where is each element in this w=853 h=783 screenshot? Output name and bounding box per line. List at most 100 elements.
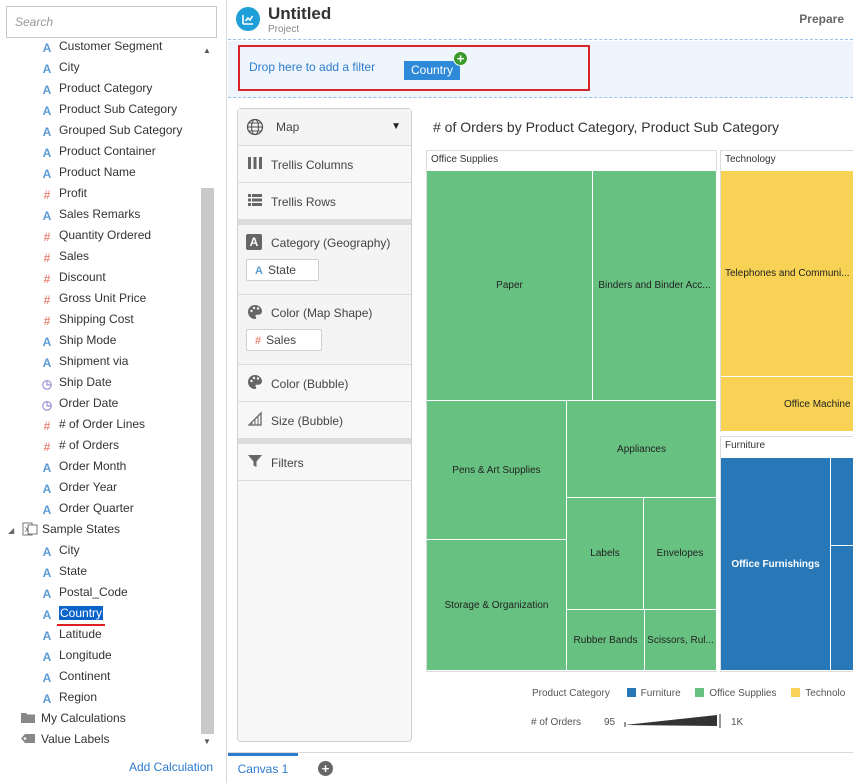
treemap-tile[interactable]	[831, 458, 853, 546]
tree-item[interactable]: # Quantity Ordered	[40, 225, 151, 246]
trellis-columns-section[interactable]: Trellis Columns	[238, 146, 411, 183]
palette-icon	[246, 304, 264, 322]
treemap-tile[interactable]: Office Machine	[721, 377, 853, 432]
treemap-tile[interactable]: Pens & Art Supplies	[427, 401, 567, 540]
treemap-chart[interactable]: Office Supplies Paper Binders and Binder…	[426, 150, 853, 672]
project-subtitle: Project	[268, 24, 300, 35]
size-legend-min: 95	[604, 717, 616, 728]
tree-item-label: Order Date	[59, 396, 119, 410]
add-calculation-link[interactable]: Add Calculation	[129, 760, 213, 774]
country-underline	[57, 624, 105, 626]
attribute-icon: A	[42, 608, 52, 622]
treemap-tile[interactable]: Paper	[427, 171, 593, 401]
attribute-icon: A	[42, 503, 52, 517]
tree-item[interactable]: A Order Quarter	[40, 498, 134, 519]
legend-swatch	[695, 688, 705, 697]
tree-item[interactable]: Value Labels	[8, 729, 110, 750]
tree-item[interactable]: ◷ Ship Date	[40, 372, 112, 393]
treemap-tile[interactable]: Office Furnishings	[721, 458, 831, 671]
treemap-tile[interactable]: Telephones and Communi...	[721, 171, 853, 377]
scroll-down-icon[interactable]: ▼	[203, 737, 211, 746]
prepare-tab[interactable]: Prepare	[799, 12, 844, 26]
tree-item[interactable]: A Customer Segment	[40, 40, 163, 57]
trellis-rows-icon	[246, 192, 264, 210]
add-plus-icon: +	[453, 51, 468, 66]
data-panel: Search A Customer Segment A City A Product Ca…	[0, 0, 227, 783]
tree-item[interactable]: A Product Category	[40, 78, 153, 99]
tree-item[interactable]: A Order Month	[40, 456, 127, 477]
tree-item[interactable]: # Shipping Cost	[40, 309, 134, 330]
tree-item[interactable]: A Continent	[40, 666, 111, 687]
scroll-up-icon[interactable]: ▲	[203, 46, 211, 55]
scrollbar-thumb[interactable]	[201, 188, 214, 734]
add-canvas-icon[interactable]: +	[318, 761, 333, 776]
tree-item[interactable]: A Shipment via	[40, 351, 129, 372]
trellis-rows-section[interactable]: Trellis Rows	[238, 183, 411, 220]
tree-item[interactable]: # Discount	[40, 267, 106, 288]
attribute-icon: A	[42, 482, 52, 496]
filter-bar[interactable]: Drop here to add a filter Country +	[228, 41, 853, 98]
tree-item[interactable]: # # of Orders	[40, 435, 119, 456]
group-header: Furniture	[725, 440, 766, 451]
search-input[interactable]: Search	[6, 6, 217, 38]
tree-item[interactable]: A Postal_Code	[40, 582, 128, 603]
legend-item[interactable]: Technolo	[805, 688, 845, 699]
tree-item[interactable]: A Order Year	[40, 477, 117, 498]
project-title[interactable]: Untitled	[268, 4, 331, 24]
tree-item[interactable]: A Product Sub Category	[40, 99, 177, 120]
tree-item[interactable]: My Calculations	[8, 708, 126, 729]
attribute-icon: A	[42, 62, 52, 76]
category-geography-section[interactable]: A Category (Geography) A State	[238, 225, 411, 295]
tree-item[interactable]: A Grouped Sub Category	[40, 120, 183, 141]
size-bubble-section[interactable]: Size (Bubble)	[238, 402, 411, 439]
tree-item[interactable]: # Profit	[40, 183, 87, 204]
treemap-tile[interactable]: Envelopes	[644, 498, 717, 610]
attribute-icon: A	[42, 146, 52, 160]
tree-item[interactable]: A Sales Remarks	[40, 204, 141, 225]
tree-item[interactable]: # Sales	[40, 246, 89, 267]
attribute-icon: A	[42, 125, 52, 139]
tree-item-label: # of Orders	[59, 438, 120, 452]
tree-item[interactable]: A Longitude	[40, 645, 112, 666]
tree-item[interactable]: ◷ Order Date	[40, 393, 119, 414]
treemap-tile[interactable]: Appliances	[567, 401, 717, 498]
expand-arrow-icon[interactable]: ◢	[8, 520, 20, 541]
dragged-country-chip[interactable]: Country	[404, 61, 460, 80]
grammar-panel: Map ▼ Trellis Columns Trellis Rows A Cat…	[237, 108, 412, 742]
attribute-icon: A	[42, 41, 52, 55]
tree-item[interactable]: A Latitude	[40, 624, 102, 645]
legend-item[interactable]: Office Supplies	[709, 688, 776, 699]
tree-item[interactable]: A Country	[40, 603, 104, 624]
tab-canvas-1[interactable]: Canvas 1	[228, 753, 298, 783]
filters-section[interactable]: Filters	[238, 444, 411, 481]
viz-type-selector[interactable]: Map ▼	[238, 109, 411, 146]
attribute-icon: A	[42, 566, 52, 580]
tree-item[interactable]: # Gross Unit Price	[40, 288, 147, 309]
tree-item[interactable]: A Product Container	[40, 141, 156, 162]
tree-item[interactable]: A City	[40, 540, 80, 561]
color-map-shape-section[interactable]: Color (Map Shape) # Sales	[238, 295, 411, 365]
color-bubble-section[interactable]: Color (Bubble)	[238, 365, 411, 402]
tree-item[interactable]: A Ship Mode	[40, 330, 117, 351]
tree-item[interactable]: ◢ X Sample States	[8, 519, 120, 540]
tree-item[interactable]: # # of Order Lines	[40, 414, 145, 435]
treemap-tile[interactable]: Scissors, Rul...	[645, 610, 717, 671]
category-attribute-icon: A	[246, 234, 262, 250]
tree-item[interactable]: A Product Name	[40, 162, 136, 183]
treemap-tile[interactable]: Labels	[567, 498, 644, 610]
treemap-tile[interactable]: Rubber Bands	[567, 610, 645, 671]
legend-item[interactable]: Furniture	[641, 688, 681, 699]
tree-item-label: Latitude	[59, 627, 102, 641]
clock-icon: ◷	[41, 377, 53, 391]
tree-item[interactable]: A Region	[40, 687, 97, 708]
treemap-tile[interactable]	[831, 546, 853, 671]
tree-item[interactable]: A State	[40, 561, 87, 582]
treemap-tile[interactable]: Binders and Binder Acc...	[593, 171, 717, 401]
measure-icon: #	[43, 230, 51, 244]
sales-pill[interactable]: # Sales	[246, 329, 322, 351]
treemap-tile[interactable]: Storage & Organization	[427, 540, 567, 671]
tree-item-label: City	[59, 543, 80, 557]
state-pill[interactable]: A State	[246, 259, 319, 281]
tree-item[interactable]: A City	[40, 57, 80, 78]
chevron-down-icon[interactable]: ▼	[391, 121, 401, 132]
